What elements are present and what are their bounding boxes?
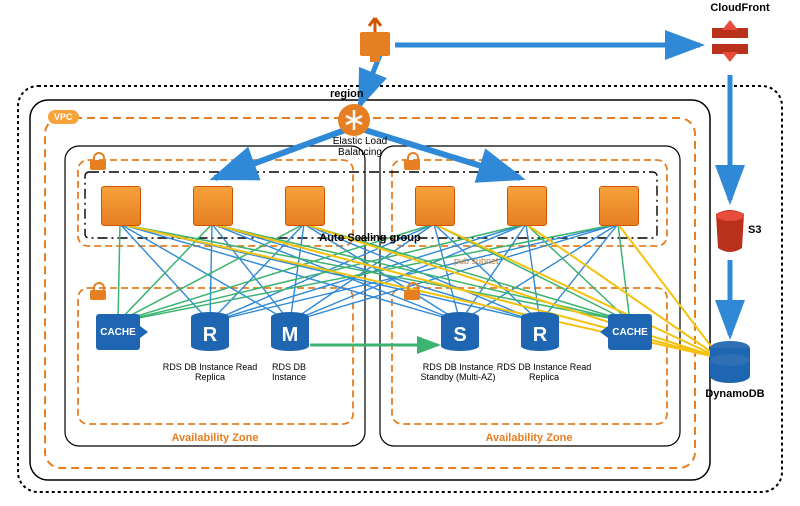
vpc-badge: VPC xyxy=(48,110,79,124)
lock-icon xyxy=(404,152,420,170)
rds-standby-icon: S xyxy=(441,312,479,358)
lock-icon xyxy=(90,152,106,170)
ec2-instance-icon xyxy=(285,186,325,226)
ec2-instance-icon xyxy=(599,186,639,226)
ec2-instance-icon xyxy=(415,186,455,226)
rds-read-label: RDS DB Instance Read Replica xyxy=(160,362,260,382)
rds-master-label: RDS DB Instance xyxy=(254,362,324,382)
ec2-instance-icon xyxy=(101,186,141,226)
elb-label: Elastic Load Balancing xyxy=(320,136,400,158)
elasticache-icon: CACHE xyxy=(608,314,652,350)
rds-read-label: RDS DB Instance Read Replica xyxy=(494,362,594,382)
lock-icon xyxy=(90,282,106,300)
region-label: region xyxy=(330,88,364,100)
dynamodb-label: DynamoDB xyxy=(695,388,775,400)
diagram-root: CACHE CACHE R M S R VPC CloudFront S3 Dy… xyxy=(0,0,800,506)
ec2-instance-icon xyxy=(193,186,233,226)
rds-read-replica-icon: R xyxy=(191,312,229,358)
az-label: Availability Zone xyxy=(140,432,290,444)
diagram-svg xyxy=(0,0,800,506)
cloudfront-label: CloudFront xyxy=(700,2,780,14)
rds-master-icon: M xyxy=(271,312,309,358)
lock-icon xyxy=(404,282,420,300)
rds-read-replica-icon: R xyxy=(521,312,559,358)
rds-standby-label: RDS DB Instance Standby (Multi-AZ) xyxy=(408,362,508,382)
az-label: Availability Zone xyxy=(454,432,604,444)
pubsubnet-label: pub subnet xyxy=(454,256,499,266)
s3-label: S3 xyxy=(748,224,761,236)
elasticache-icon: CACHE xyxy=(96,314,140,350)
ec2-instance-icon xyxy=(507,186,547,226)
asg-label: Auto Scaling group xyxy=(300,232,440,244)
